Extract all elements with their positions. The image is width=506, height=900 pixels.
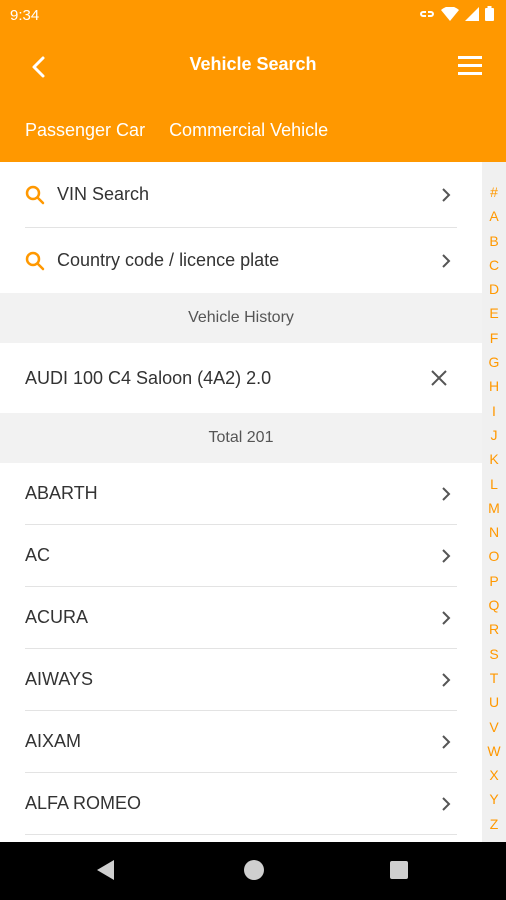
brand-label: ABARTH xyxy=(25,483,98,503)
brand-label: ACURA xyxy=(25,607,89,627)
vehicle-type-tabs: Passenger Car Commercial Vehicle xyxy=(25,120,328,141)
index-letter[interactable]: S xyxy=(489,642,498,666)
main-content: VIN Search Country code / licence plate … xyxy=(0,162,482,842)
chevron-right-icon xyxy=(442,796,451,811)
brand-label: AIWAYS xyxy=(25,669,94,689)
index-letter[interactable]: T xyxy=(490,666,499,690)
close-icon[interactable] xyxy=(430,369,448,387)
history-item[interactable]: AUDI 100 C4 Saloon (4A2) 2.0 xyxy=(0,343,482,413)
index-letter[interactable]: # xyxy=(490,180,498,204)
brand-row-aixam[interactable]: AIXAM xyxy=(0,711,482,772)
status-bar: 9:34 xyxy=(0,0,506,32)
licence-plate-search-row[interactable]: Country code / licence plate xyxy=(0,228,482,293)
index-letter[interactable]: R xyxy=(489,617,499,641)
index-letter[interactable]: B xyxy=(489,229,498,253)
index-letter[interactable]: A xyxy=(489,204,498,228)
index-letter[interactable]: C xyxy=(489,253,499,277)
brand-row-aiways[interactable]: AIWAYS xyxy=(0,649,482,710)
brand-row-ac[interactable]: AC xyxy=(0,525,482,586)
nav-back-icon[interactable] xyxy=(97,860,115,880)
index-letter[interactable]: H xyxy=(489,374,499,398)
tab-commercial-vehicle[interactable]: Commercial Vehicle xyxy=(169,120,328,141)
index-letter[interactable]: I xyxy=(492,399,496,423)
index-letter[interactable]: D xyxy=(489,277,499,301)
chevron-right-icon xyxy=(442,672,451,687)
brand-row-alfa-romeo[interactable]: ALFA ROMEO xyxy=(0,773,482,834)
index-letter[interactable]: N xyxy=(489,520,499,544)
brand-total-header: Total 201 xyxy=(0,413,482,463)
index-letter[interactable]: W xyxy=(487,739,500,763)
index-letter[interactable]: K xyxy=(489,447,498,471)
status-time: 9:34 xyxy=(10,7,40,24)
brand-label: AC xyxy=(25,545,51,565)
index-letter[interactable]: V xyxy=(489,715,498,739)
licence-plate-search-label: Country code / licence plate xyxy=(57,250,280,270)
chevron-right-icon xyxy=(442,734,451,749)
page-title: Vehicle Search xyxy=(189,54,317,74)
index-letter[interactable]: O xyxy=(489,544,500,568)
system-nav-bar xyxy=(0,842,506,900)
chevron-right-icon xyxy=(442,548,451,563)
nav-home-icon[interactable] xyxy=(244,860,264,880)
brand-row-abarth[interactable]: ABARTH xyxy=(0,463,482,524)
index-letter[interactable]: G xyxy=(489,350,500,374)
vin-search-row[interactable]: VIN Search xyxy=(0,162,482,227)
brand-label: ALFA ROMEO xyxy=(25,793,142,813)
index-letter[interactable]: E xyxy=(489,301,498,325)
search-icon xyxy=(25,185,45,204)
brand-label: AIXAM xyxy=(25,731,82,751)
alphabet-index[interactable]: # A B C D E F G H I J K L M N O P Q R S T U V W X Y Z xyxy=(482,162,506,842)
divider xyxy=(25,834,457,835)
index-letter[interactable]: P xyxy=(489,569,498,593)
wifi-icon xyxy=(441,6,459,21)
chevron-right-icon xyxy=(442,610,451,625)
index-letter[interactable]: U xyxy=(489,690,499,714)
tab-passenger-car[interactable]: Passenger Car xyxy=(25,120,145,141)
chevron-right-icon xyxy=(442,253,451,268)
chevron-right-icon xyxy=(442,187,451,202)
status-icons xyxy=(419,6,494,21)
index-letter[interactable]: J xyxy=(491,423,498,447)
battery-icon xyxy=(485,6,494,21)
nav-recents-icon[interactable] xyxy=(390,861,408,879)
index-letter[interactable]: F xyxy=(490,326,499,350)
vehicle-history-header: Vehicle History xyxy=(0,293,482,343)
index-letter[interactable]: X xyxy=(489,763,498,787)
brand-row-acura[interactable]: ACURA xyxy=(0,587,482,648)
index-letter[interactable]: Q xyxy=(489,593,500,617)
app-bar: Vehicle Search Passenger Car Commercial … xyxy=(0,32,506,162)
cellular-icon xyxy=(465,6,479,21)
index-letter[interactable]: Z xyxy=(490,812,499,836)
vin-search-label: VIN Search xyxy=(57,184,150,204)
index-letter[interactable]: M xyxy=(488,496,500,520)
index-letter[interactable]: L xyxy=(490,472,498,496)
chevron-right-icon xyxy=(442,486,451,501)
search-icon xyxy=(25,251,45,270)
link-icon xyxy=(420,10,434,17)
hamburger-menu-icon[interactable] xyxy=(456,52,484,80)
index-letter[interactable]: Y xyxy=(489,787,498,811)
history-item-label: AUDI 100 C4 Saloon (4A2) 2.0 xyxy=(25,367,272,388)
